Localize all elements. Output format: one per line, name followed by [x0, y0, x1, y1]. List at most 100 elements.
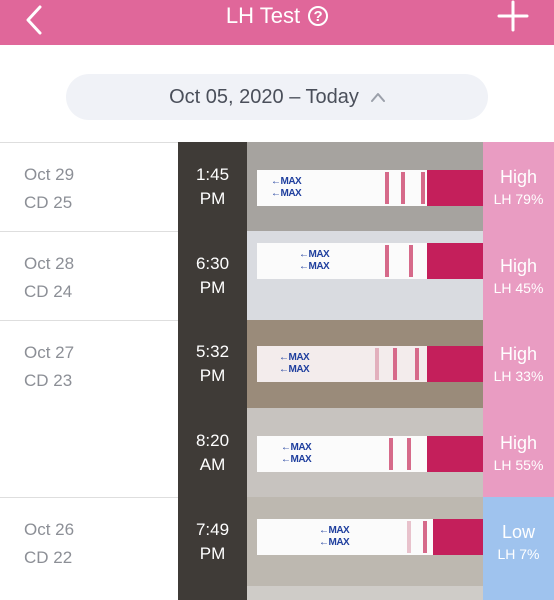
- day-label: Oct 28 CD 24: [24, 250, 74, 306]
- test-time: [178, 586, 247, 600]
- add-icon[interactable]: [496, 0, 530, 32]
- page-title: LH Test: [225, 3, 301, 28]
- date-range-label: Oct 05, 2020 – Today: [169, 85, 359, 108]
- test-line: [375, 348, 379, 380]
- time-value: 1:45: [195, 164, 230, 184]
- result-level: High: [499, 255, 538, 276]
- time-period: AM: [199, 454, 226, 474]
- time-period: PM: [199, 277, 226, 297]
- header-bar: LH Test ?: [0, 0, 554, 45]
- control-line: [407, 438, 411, 470]
- test-time: 5:32 PM: [178, 320, 247, 408]
- time-value: 8:20: [195, 430, 230, 450]
- result-badge: High LH 45%: [483, 231, 554, 320]
- day-cell: Oct 26 CD 22: [0, 497, 178, 600]
- time-period: PM: [199, 366, 226, 385]
- strip-max-label: ←MAX: [281, 454, 312, 465]
- result-badge: High LH 79%: [483, 142, 554, 231]
- strip-max-label: ←MAX: [271, 176, 302, 187]
- help-icon[interactable]: ?: [308, 6, 329, 26]
- date-range-selector[interactable]: Oct 05, 2020 – Today: [66, 74, 488, 120]
- test-entry[interactable]: 5:32 PM ←MAX ←MAX High LH 33%: [178, 320, 554, 408]
- test-strip-photo: ←MAX ←MAX: [247, 408, 483, 497]
- control-line: [421, 172, 425, 204]
- day-row: Oct 29 CD 25 1:45 PM ←MAX ←MAX High LH 7…: [0, 142, 554, 231]
- test-strip-photo: ←MAX ←MAX: [247, 231, 483, 320]
- day-row: Oct 27 CD 23 5:32 PM ←MAX ←MAX High LH 3…: [0, 320, 554, 497]
- day-cell: Oct 29 CD 25: [0, 142, 178, 231]
- strip-wrapper: [427, 346, 483, 382]
- test-entry[interactable]: 8:20 AM ←MAX ←MAX High LH 55%: [178, 408, 554, 497]
- time-period: PM: [199, 543, 226, 563]
- lh-percent: LH 79%: [493, 190, 544, 207]
- time-value: 7:49: [195, 519, 230, 539]
- strip-wrapper: [433, 519, 483, 555]
- test-entry[interactable]: 1:45 PM ←MAX ←MAX High LH 79%: [178, 142, 554, 231]
- date-text: Oct 28: [24, 254, 75, 273]
- day-label: Oct 29 CD 25: [24, 161, 74, 217]
- strip-max-label: ←MAX: [299, 249, 330, 260]
- strip-max-label: ←MAX: [319, 525, 350, 536]
- test-time: 8:20 AM: [178, 408, 247, 497]
- test-strip: ←MAX ←MAX: [257, 519, 483, 555]
- control-line: [415, 348, 419, 380]
- strip-wrapper: [427, 436, 483, 472]
- strip-max-label: ←MAX: [281, 442, 312, 453]
- test-strip: ←MAX ←MAX: [257, 346, 483, 382]
- strip-max-label: ←MAX: [319, 537, 350, 548]
- control-line: [401, 172, 405, 204]
- strip-max-label: ←MAX: [279, 364, 310, 375]
- result-level: Low: [501, 521, 536, 542]
- chevron-up-icon: [370, 93, 385, 102]
- day-row: Oct 26 CD 22 7:49 PM ←MAX ←MAX Low LH 7%: [0, 497, 554, 600]
- test-strip-photo: ←MAX ←MAX: [247, 320, 483, 408]
- test-strip-photo: [247, 586, 483, 600]
- control-line: [409, 245, 413, 277]
- control-line: [393, 348, 397, 380]
- test-line: [385, 245, 389, 277]
- day-cell: Oct 27 CD 23: [0, 320, 178, 497]
- result-level: High: [499, 166, 538, 187]
- test-entry[interactable]: 6:30 PM ←MAX ←MAX High LH 45%: [178, 231, 554, 320]
- test-time: 1:45 PM: [178, 142, 247, 231]
- date-text: Oct 29: [24, 165, 75, 184]
- lh-percent: LH 55%: [493, 456, 544, 473]
- cycle-day-text: CD 25: [24, 193, 73, 212]
- test-entry[interactable]: 7:49 PM ←MAX ←MAX Low LH 7%: [178, 497, 554, 586]
- test-line: [407, 521, 411, 553]
- time-period: PM: [199, 188, 226, 208]
- strip-wrapper: [427, 170, 483, 206]
- result-badge: High LH 55%: [483, 408, 554, 497]
- cycle-day-text: CD 24: [24, 282, 73, 301]
- strip-max-label: ←MAX: [279, 352, 310, 363]
- test-time: 7:49 PM: [178, 497, 247, 586]
- lh-percent: LH 45%: [493, 279, 544, 296]
- test-strip: ←MAX ←MAX: [257, 436, 483, 472]
- day-label: Oct 27 CD 23: [24, 339, 74, 395]
- test-line: [385, 172, 389, 204]
- day-cell: Oct 28 CD 24: [0, 231, 178, 320]
- day-label: Oct 26 CD 22: [24, 516, 74, 572]
- time-value: 6:30: [195, 253, 230, 273]
- test-strip: ←MAX ←MAX: [257, 170, 483, 206]
- result-level: High: [499, 432, 538, 453]
- strip-wrapper: [427, 243, 483, 279]
- date-text: Oct 26: [24, 520, 75, 539]
- cycle-day-text: CD 22: [24, 548, 73, 567]
- strip-max-label: ←MAX: [299, 261, 330, 272]
- test-strip-photo: ←MAX ←MAX: [247, 497, 483, 586]
- test-time: 6:30 PM: [178, 231, 247, 320]
- time-value: 5:32: [195, 342, 230, 361]
- test-strip-photo: ←MAX ←MAX: [247, 142, 483, 231]
- result-level: High: [499, 344, 538, 364]
- test-entry[interactable]: [178, 586, 554, 600]
- lh-percent: LH 33%: [493, 368, 544, 384]
- test-strip: ←MAX ←MAX: [257, 243, 483, 279]
- title-group: LH Test ?: [0, 0, 554, 32]
- day-row: Oct 28 CD 24 6:30 PM ←MAX ←MAX High LH 4…: [0, 231, 554, 320]
- lh-percent: LH 7%: [497, 545, 540, 562]
- date-text: Oct 27: [24, 343, 75, 362]
- result-badge: Low LH 7%: [483, 497, 554, 586]
- result-badge: High LH 33%: [483, 320, 554, 408]
- test-line: [389, 438, 393, 470]
